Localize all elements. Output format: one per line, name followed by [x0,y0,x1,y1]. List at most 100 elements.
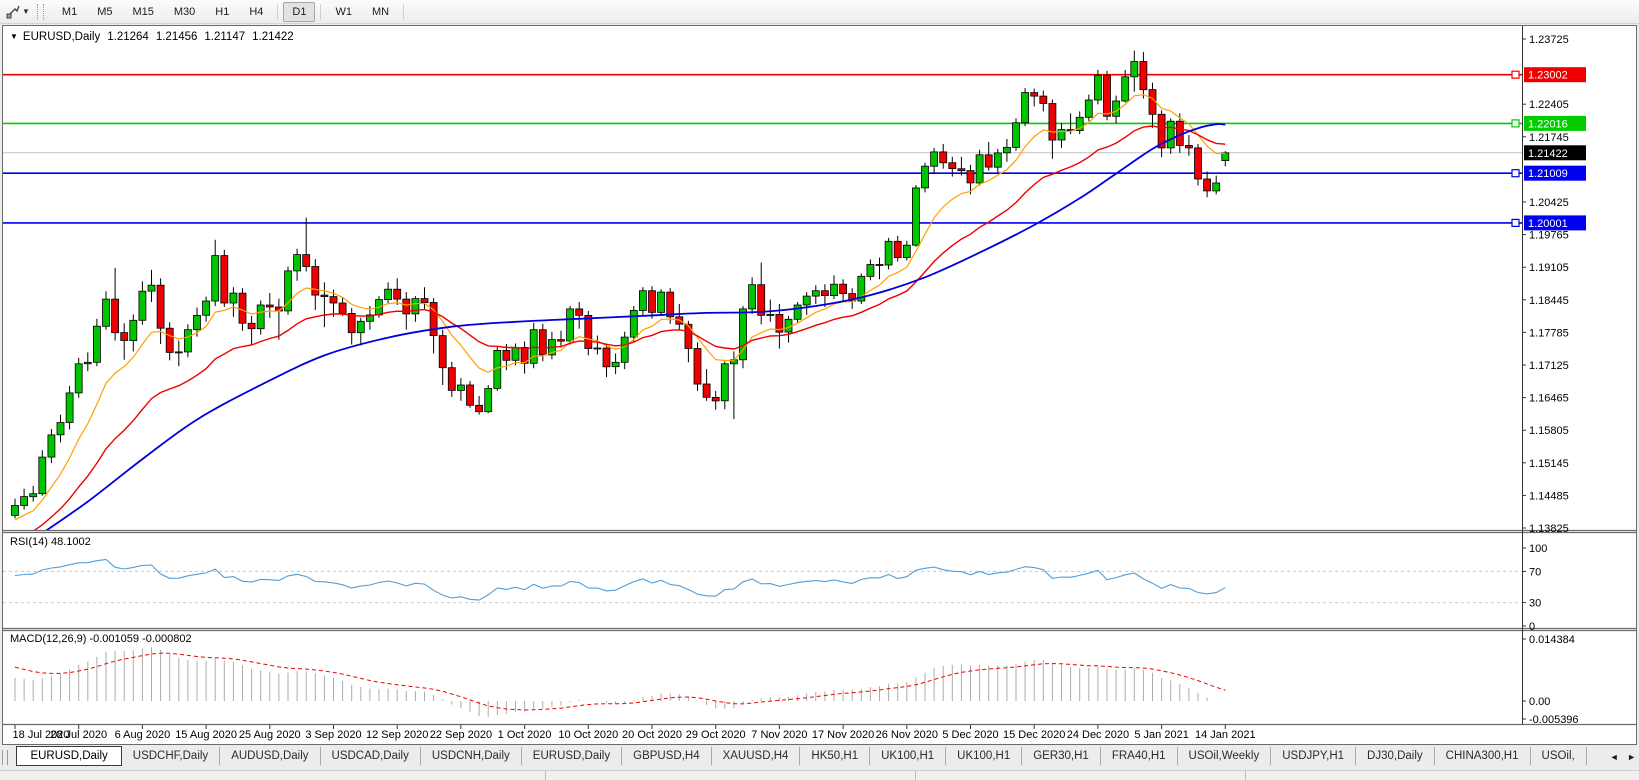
chart-svg[interactable]: 1.23725 1.22405 1.21745 1.20425 1.19765 1.191… [3,26,1636,742]
chart-tab-usdcnh-daily-4[interactable]: USDCNH,Daily [421,747,522,765]
chart-tab-usdchf-daily-1[interactable]: USDCHF,Daily [122,747,220,765]
tabs-scroll-right-icon[interactable]: ► [1627,752,1636,762]
toolbar-grip[interactable] [37,4,44,20]
line-handle[interactable] [1512,71,1519,78]
date-tick-label: 17 Nov 2020 [812,729,874,741]
timeframe-m30-button[interactable]: M30 [165,2,204,22]
price-tick-label: 1.17785 [1529,327,1569,339]
rsi-tick-label: 30 [1529,598,1541,610]
chart-tab-uk100-h1-10[interactable]: UK100,H1 [946,747,1022,765]
chart-tab-uk100-h1-9[interactable]: UK100,H1 [870,747,946,765]
rsi-axis[interactable]: 100 70 30 0 [1522,543,1547,633]
rsi-line [15,559,1225,600]
timeframe-h4-button[interactable]: H4 [240,2,272,22]
price-tick-label: 1.22405 [1529,99,1569,111]
chart-tab-gbpusd-h4-6[interactable]: GBPUSD,H4 [622,747,711,765]
date-tick-label: 5 Dec 2020 [942,729,998,741]
price-tick-label: 1.15145 [1529,458,1569,470]
chart-tab-fra40-h1-12[interactable]: FRA40,H1 [1101,747,1178,765]
macd-tick-label: 0.00 [1529,696,1550,708]
line-handle[interactable] [1512,219,1519,226]
chart-tab-ger30-h1-11[interactable]: GER30,H1 [1022,747,1101,765]
horizontal-line-1.20001[interactable] [3,219,1522,226]
price-tick-label: 1.20425 [1529,197,1569,209]
price-tick-label: 1.13825 [1529,523,1569,535]
timeframe-m15-button[interactable]: M15 [123,2,162,22]
date-tick-label: 1 Oct 2020 [498,729,552,741]
date-tick-label: 15 Dec 2020 [1003,729,1065,741]
timeframe-d1-button[interactable]: D1 [283,2,315,22]
date-tick-label: 24 Dec 2020 [1067,729,1129,741]
toolbar-separator [320,4,321,20]
price-tick-label: 1.15805 [1529,425,1569,437]
chart-tab-eurusd-daily-5[interactable]: EURUSD,Daily [522,747,622,765]
date-tick-label: 12 Sep 2020 [366,729,428,741]
horizontal-line-1.23002[interactable] [3,71,1522,78]
macd-axis[interactable]: 0.0143840.00-0.005396 [1522,634,1579,726]
date-tick-label: 28 Jul 2020 [50,729,107,741]
price-label-green: 1.22016 [1524,116,1586,131]
line-handle[interactable] [1512,170,1519,177]
mt4-window: ▼ M1 M5 M15 M30 H1 H4 D1 W1 MN 1.237251.… [0,0,1639,780]
dropdown-caret-icon[interactable]: ▼ [22,7,30,16]
date-axis[interactable]: 18 Jul 202028 Jul 20206 Aug 202015 Aug 2… [13,725,1256,741]
price-axis[interactable]: 1.23725 1.22405 1.21745 1.20425 1.19765 1.191… [1522,34,1569,535]
chart-tab-usdjpy-h1-14[interactable]: USDJPY,H1 [1271,747,1356,765]
price-tick-label: 1.18445 [1529,295,1569,307]
chart-tool-icon[interactable] [4,3,22,21]
chart-tab-usoil-weekly-13[interactable]: USOil,Weekly [1178,747,1272,765]
timeframe-w1-button[interactable]: W1 [326,2,361,22]
chart-canvas[interactable]: 1.23725 1.22405 1.21745 1.20425 1.19765 1.191… [3,26,1636,742]
toolbar-separator [277,4,278,20]
timeframe-m1-button[interactable]: M1 [53,2,86,22]
rsi-tick-label: 0 [1529,621,1535,633]
candlestick-series [12,51,1229,519]
toolbar: ▼ M1 M5 M15 M30 H1 H4 D1 W1 MN [0,0,1639,24]
price-tick-label: 1.19105 [1529,262,1569,274]
chart-tab-bar: EURUSD,DailyUSDCHF,DailyAUDUSD,DailyUSDC… [0,746,1639,769]
timeframe-mn-button[interactable]: MN [363,2,398,22]
date-tick-label: 5 Jan 2021 [1134,729,1188,741]
chart-tab-dj30-daily-15[interactable]: DJ30,Daily [1356,747,1435,765]
price-tick-label: 1.19765 [1529,230,1569,242]
price-label-red: 1.23002 [1524,67,1586,82]
current-price-label: 1.21422 [1524,145,1586,160]
svg-text:1.22016: 1.22016 [1528,118,1568,130]
date-tick-label: 10 Oct 2020 [558,729,618,741]
chart-tab-china300-h1-16[interactable]: CHINA300,H1 [1435,747,1531,765]
date-tick-label: 15 Aug 2020 [175,729,237,741]
chart-tab-usoil-17[interactable]: USOil, [1531,747,1587,765]
tab-scroll-arrows: ◄ ► [1598,752,1636,762]
svg-text:1.21422: 1.21422 [1528,148,1568,160]
tabs-scroll-left-icon[interactable]: ◄ [1610,752,1619,762]
date-tick-label: 22 Sep 2020 [430,729,492,741]
date-tick-label: 7 Nov 2020 [751,729,807,741]
pane-splitter[interactable] [3,531,1636,533]
chart-tab-audusd-daily-2[interactable]: AUDUSD,Daily [220,747,320,765]
chart-tab-usdcad-daily-3[interactable]: USDCAD,Daily [321,747,421,765]
horizontal-line-1.22016[interactable] [3,120,1522,127]
timeframe-h1-button[interactable]: H1 [206,2,238,22]
macd-tick-label: 0.014384 [1529,634,1575,646]
rsi-tick-label: 70 [1529,566,1541,578]
tabbar-grip[interactable] [2,750,8,765]
status-separator [545,771,546,780]
chart-tab-xauusd-h4-7[interactable]: XAUUSD,H4 [712,747,801,765]
price-tick-label: 1.23725 [1529,34,1569,46]
svg-text:1.20001: 1.20001 [1528,218,1568,230]
horizontal-line-1.21009[interactable] [3,170,1522,177]
pane-splitter[interactable] [3,629,1636,631]
chart-tab-eurusd-daily-0[interactable]: EURUSD,Daily [16,746,121,766]
date-tick-label: 26 Nov 2020 [876,729,938,741]
chart-window[interactable]: 1.23725 1.22405 1.21745 1.20425 1.19765 1.191… [2,25,1637,745]
timeframe-m5-button[interactable]: M5 [88,2,121,22]
line-handle[interactable] [1512,120,1519,127]
price-tick-label: 1.21745 [1529,132,1569,144]
ma-fast-orange [15,95,1225,520]
chart-tabs: EURUSD,DailyUSDCHF,DailyAUDUSD,DailyUSDC… [16,746,1586,766]
chart-tab-hk50-h1-8[interactable]: HK50,H1 [800,747,870,765]
rsi-tick-label: 100 [1529,543,1547,555]
svg-text:1.23002: 1.23002 [1528,70,1568,82]
status-separator [915,771,916,780]
date-tick-label: 3 Sep 2020 [305,729,361,741]
